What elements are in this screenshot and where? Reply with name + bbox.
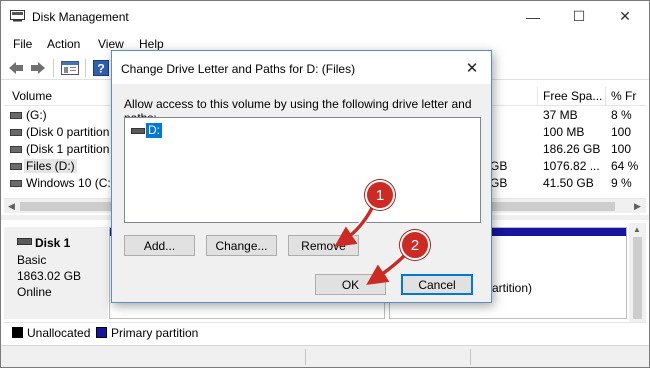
drive-icon xyxy=(131,127,145,134)
window-title: Disk Management xyxy=(32,10,129,24)
volume-percent-free: 100 xyxy=(611,125,632,139)
volume-drive-icon xyxy=(10,112,22,119)
ok-button[interactable]: OK xyxy=(315,274,386,295)
disk-info-panel[interactable]: Disk 1 Basic 1863.02 GB Online xyxy=(4,227,108,319)
legend-primary-partition: Primary partition xyxy=(111,326,199,340)
drive-letter-listbox[interactable]: D: xyxy=(124,117,481,223)
menu-view[interactable]: View xyxy=(98,37,124,51)
primary-partition-swatch xyxy=(96,327,107,338)
scroll-right-icon[interactable]: ▶ xyxy=(634,201,641,212)
disk-status: Online xyxy=(17,285,52,299)
unallocated-swatch xyxy=(12,327,23,338)
volume-name: Windows 10 (C:) xyxy=(26,176,115,190)
volume-name: (G:) xyxy=(26,108,47,122)
column-header-volume[interactable]: Volume xyxy=(12,89,52,103)
drive-letter-item[interactable]: D: xyxy=(131,123,162,138)
console-tree-icon[interactable] xyxy=(60,59,80,77)
cancel-button[interactable]: Cancel xyxy=(401,274,473,295)
drive-letter-label: D: xyxy=(146,123,162,138)
disk-name: Disk 1 xyxy=(35,236,71,250)
volume-drive-icon xyxy=(10,180,22,187)
remove-button[interactable]: Remove xyxy=(288,235,359,256)
disk-icon xyxy=(17,238,32,245)
volume-drive-icon xyxy=(10,129,22,136)
volume-percent-free: 9 % xyxy=(611,176,632,190)
forward-arrow-icon[interactable] xyxy=(29,59,47,77)
disk-pane-vertical-scrollbar[interactable]: ▲ xyxy=(629,223,646,323)
volume-name: Files (D:) xyxy=(24,159,77,173)
disk-type: Basic xyxy=(17,253,47,267)
column-header-free-space[interactable]: Free Spa... xyxy=(543,89,602,103)
dialog-title-bar[interactable]: Change Drive Letter and Paths for D: (Fi… xyxy=(112,51,491,84)
close-button[interactable]: ✕ xyxy=(602,1,648,32)
volume-free-space: 37 MB xyxy=(543,108,578,122)
menu-file[interactable]: File xyxy=(13,37,32,51)
legend: Unallocated Primary partition xyxy=(4,322,646,342)
volume-free-space: 1076.82 ... xyxy=(543,159,600,173)
disk-management-app-icon xyxy=(10,10,25,22)
volume-free-space: 100 MB xyxy=(543,125,585,139)
maximize-button[interactable]: ☐ xyxy=(556,1,602,32)
help-icon[interactable]: ? xyxy=(92,59,110,77)
scroll-up-icon[interactable]: ▲ xyxy=(633,225,641,234)
menu-help[interactable]: Help xyxy=(139,37,164,51)
disk-management-window: Disk Management — ☐ ✕ File Action View H… xyxy=(0,0,650,368)
dialog-title: Change Drive Letter and Paths for D: (Fi… xyxy=(121,62,356,76)
volume-name: (Disk 1 partition xyxy=(26,142,110,156)
change-button[interactable]: Change... xyxy=(206,235,277,256)
dialog-close-button[interactable]: ✕ xyxy=(458,55,486,81)
column-header-percent-free[interactable]: % Fr xyxy=(611,89,636,103)
scroll-left-icon[interactable]: ◀ xyxy=(8,201,15,212)
back-arrow-icon[interactable] xyxy=(7,59,25,77)
volume-drive-icon xyxy=(10,146,22,153)
volume-percent-free: 8 % xyxy=(611,108,632,122)
change-drive-letter-dialog: Change Drive Letter and Paths for D: (Fi… xyxy=(111,50,492,303)
volume-free-space: 186.26 GB xyxy=(543,142,601,156)
volume-free-space: 41.50 GB xyxy=(543,176,594,190)
volume-drive-icon xyxy=(10,163,22,170)
scrollbar-thumb[interactable] xyxy=(633,237,642,319)
disk-size: 1863.02 GB xyxy=(17,269,82,283)
volume-percent-free: 64 % xyxy=(611,159,639,173)
menu-action[interactable]: Action xyxy=(47,37,80,51)
add-button[interactable]: Add... xyxy=(124,235,195,256)
status-bar xyxy=(1,345,649,367)
minimize-button[interactable]: — xyxy=(510,1,556,32)
step-2-badge: 2 xyxy=(400,230,430,260)
volume-capacity: GB xyxy=(490,159,508,173)
volume-capacity: GB xyxy=(490,176,508,190)
title-bar[interactable]: Disk Management — ☐ ✕ xyxy=(1,1,649,32)
volume-percent-free: 100 xyxy=(611,142,632,156)
volume-name: (Disk 0 partition xyxy=(26,125,110,139)
step-1-badge: 1 xyxy=(365,180,395,210)
svg-text:?: ? xyxy=(97,62,104,76)
legend-unallocated: Unallocated xyxy=(27,326,91,340)
